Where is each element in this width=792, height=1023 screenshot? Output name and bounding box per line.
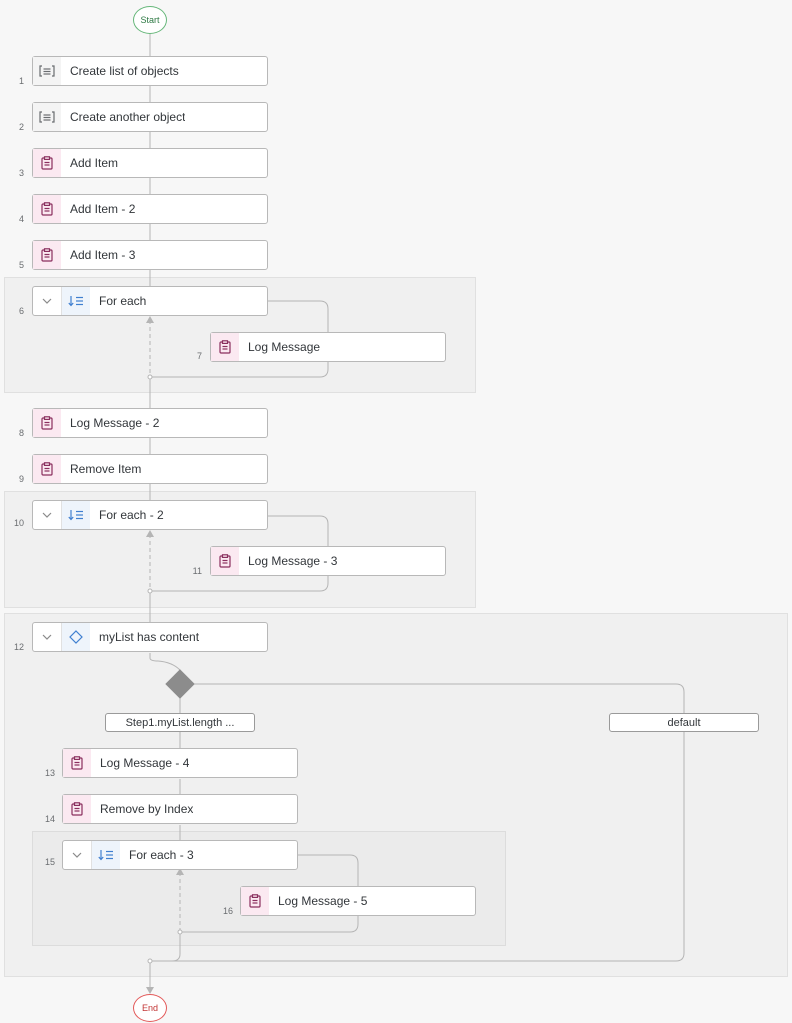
branch-condition-label[interactable]: Step1.myList.length ... — [105, 713, 255, 732]
script-icon — [33, 57, 61, 85]
step-label: Remove by Index — [100, 802, 194, 816]
script-icon — [33, 103, 61, 131]
step-remove-item[interactable]: Remove Item — [32, 454, 268, 484]
loop-icon — [92, 841, 120, 869]
end-node[interactable]: End — [133, 994, 167, 1022]
loop-icon — [62, 287, 90, 315]
step-label: Add Item — [70, 156, 119, 170]
branch-condition-text: Step1.myList.length ... — [125, 716, 235, 729]
clipboard-icon — [33, 455, 61, 483]
step-create-another-object[interactable]: Create another object — [32, 102, 268, 132]
clipboard-icon — [63, 749, 91, 777]
step-label: Remove Item — [70, 462, 142, 476]
step-number: 15 — [44, 857, 55, 867]
step-add-item[interactable]: Add Item — [32, 148, 268, 178]
start-label: Start — [140, 15, 160, 25]
step-add-item-2[interactable]: Add Item - 2 — [32, 194, 268, 224]
step-log-message-5[interactable]: Log Message - 5 — [240, 886, 476, 916]
start-node[interactable]: Start — [133, 6, 167, 34]
collapse-chevron-icon[interactable] — [63, 841, 92, 869]
collapse-chevron-icon[interactable] — [33, 623, 62, 651]
step-label: For each — [99, 294, 147, 308]
step-number: 4 — [18, 214, 24, 224]
end-label: End — [141, 1003, 158, 1013]
step-label: Log Message - 3 — [248, 554, 338, 568]
step-for-each-2[interactable]: For each - 2 — [32, 500, 268, 530]
step-number: 3 — [18, 168, 24, 178]
step-label: Add Item - 3 — [70, 248, 136, 262]
step-label: myList has content — [99, 630, 200, 644]
step-number: 2 — [18, 122, 24, 132]
clipboard-icon — [211, 333, 239, 361]
branch-default-text: default — [667, 716, 701, 729]
diamond-icon — [62, 623, 90, 651]
step-number: 5 — [18, 260, 24, 270]
clipboard-icon — [211, 547, 239, 575]
step-number: 7 — [196, 351, 202, 361]
step-number: 6 — [18, 306, 24, 316]
step-label: Log Message - 2 — [70, 416, 160, 430]
step-number: 14 — [44, 814, 55, 824]
flow-canvas: Start 1 Create list of objects 2 Create … — [0, 0, 792, 1023]
step-remove-by-index[interactable]: Remove by Index — [62, 794, 298, 824]
step-for-each-3[interactable]: For each - 3 — [62, 840, 298, 870]
step-number: 11 — [192, 566, 202, 576]
step-number: 1 — [18, 76, 24, 86]
loop-icon — [62, 501, 90, 529]
step-label: Log Message - 4 — [100, 756, 190, 770]
step-log-message[interactable]: Log Message — [210, 332, 446, 362]
step-label: Create list of objects — [70, 64, 179, 78]
collapse-chevron-icon[interactable] — [33, 287, 62, 315]
step-label: For each - 3 — [129, 848, 194, 862]
gateway-diamond-icon — [165, 669, 195, 699]
step-log-message-3[interactable]: Log Message - 3 — [210, 546, 446, 576]
step-number: 10 — [13, 518, 24, 528]
clipboard-icon — [33, 195, 61, 223]
clipboard-icon — [33, 149, 61, 177]
collapse-chevron-icon[interactable] — [33, 501, 62, 529]
step-label: Log Message - 5 — [278, 894, 368, 908]
step-number: 8 — [18, 428, 24, 438]
step-label: Add Item - 2 — [70, 202, 136, 216]
step-label: Log Message — [248, 340, 321, 354]
clipboard-icon — [63, 795, 91, 823]
step-for-each[interactable]: For each — [32, 286, 268, 316]
step-number: 13 — [44, 768, 55, 778]
step-log-message-2[interactable]: Log Message - 2 — [32, 408, 268, 438]
step-number: 16 — [222, 906, 233, 916]
step-number: 9 — [18, 474, 24, 484]
clipboard-icon — [33, 241, 61, 269]
clipboard-icon — [241, 887, 269, 915]
branch-default-label[interactable]: default — [609, 713, 759, 732]
step-label: Create another object — [70, 110, 186, 124]
clipboard-icon — [33, 409, 61, 437]
step-mylist-has-content[interactable]: myList has content — [32, 622, 268, 652]
step-create-list-of-objects[interactable]: Create list of objects — [32, 56, 268, 86]
step-add-item-3[interactable]: Add Item - 3 — [32, 240, 268, 270]
step-number: 12 — [13, 642, 24, 652]
step-label: For each - 2 — [99, 508, 164, 522]
step-log-message-4[interactable]: Log Message - 4 — [62, 748, 298, 778]
